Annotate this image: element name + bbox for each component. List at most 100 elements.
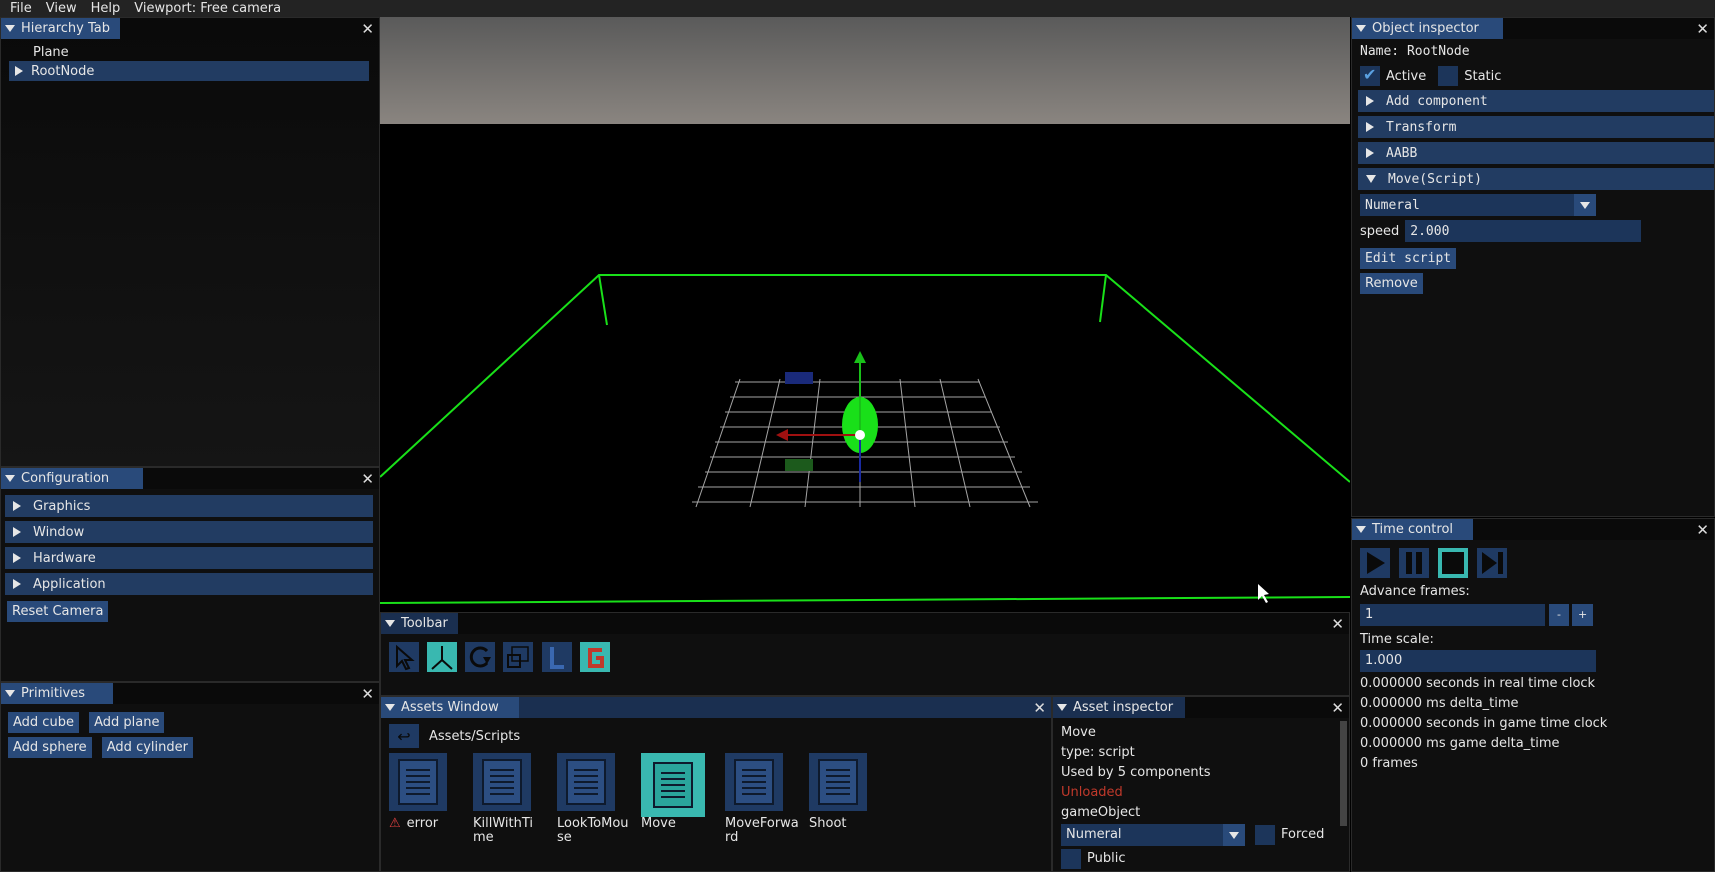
edit-script-button[interactable]: Edit script <box>1360 248 1457 269</box>
play-icon[interactable] <box>1360 548 1390 578</box>
chevron-down-icon[interactable] <box>1574 194 1596 216</box>
scrollbar[interactable] <box>1340 721 1347 826</box>
section-label: Add component <box>1386 93 1488 109</box>
mode-select[interactable]: Numeral <box>1360 194 1596 216</box>
asset-item-error[interactable]: ⚠ error <box>389 753 459 831</box>
local-mode-icon[interactable] <box>541 642 572 672</box>
decrement-button[interactable]: - <box>1549 604 1569 626</box>
config-section-hardware[interactable]: Hardware <box>5 547 373 569</box>
close-icon[interactable]: ✕ <box>361 470 374 488</box>
toolbar-titlebar: Toolbar ✕ <box>381 613 1349 634</box>
collapse-icon[interactable] <box>1057 704 1067 711</box>
advance-frames-input[interactable]: 1 <box>1360 604 1545 626</box>
close-icon[interactable]: ✕ <box>1696 521 1709 539</box>
expand-icon <box>13 579 21 589</box>
public-checkbox[interactable] <box>1061 849 1081 869</box>
expand-icon <box>1366 122 1374 132</box>
add-plane-button[interactable]: Add plane <box>89 712 165 733</box>
primitives-tab[interactable]: Primitives <box>1 683 114 704</box>
configuration-titlebar: Configuration ✕ <box>1 468 379 489</box>
time-scale-input[interactable]: 1.000 <box>1360 650 1596 672</box>
advance-frames-label: Advance frames: <box>1360 584 1470 599</box>
config-section-application[interactable]: Application <box>5 573 373 595</box>
object-inspector-tab[interactable]: Object inspector <box>1352 18 1503 39</box>
close-icon[interactable]: ✕ <box>1696 20 1709 38</box>
configuration-tab[interactable]: Configuration <box>1 468 144 489</box>
close-icon[interactable]: ✕ <box>1331 615 1344 633</box>
add-sphere-button[interactable]: Add sphere <box>8 737 92 758</box>
asset-field-label: gameObject <box>1061 805 1141 820</box>
asset-path: Assets/Scripts <box>429 728 521 744</box>
stat-frames: 0 frames <box>1360 756 1418 771</box>
asset-inspector-tab[interactable]: Asset inspector <box>1053 697 1186 718</box>
collapse-icon[interactable] <box>5 25 15 32</box>
scene-render <box>380 274 1350 604</box>
transform-header[interactable]: Transform <box>1358 116 1714 138</box>
time-control-title: Time control <box>1372 522 1454 537</box>
move-script-header[interactable]: Move(Script) <box>1358 168 1714 190</box>
active-checkbox[interactable]: ✔ <box>1360 65 1380 86</box>
pause-icon[interactable] <box>1399 548 1430 578</box>
reset-camera-button[interactable]: Reset Camera <box>7 601 109 622</box>
add-cylinder-button[interactable]: Add cylinder <box>101 737 193 758</box>
config-section-graphics[interactable]: Graphics <box>5 495 373 517</box>
asset-item-looktomouse[interactable]: LookToMou se <box>557 753 629 845</box>
close-icon[interactable]: ✕ <box>361 20 374 38</box>
asset-item-moveforward[interactable]: MoveForwa rd <box>725 753 799 845</box>
asset-name: Move <box>1061 725 1096 740</box>
collapse-icon[interactable] <box>385 704 395 711</box>
increment-button[interactable]: + <box>1571 604 1594 626</box>
toolbar-tab[interactable]: Toolbar <box>381 613 458 634</box>
hierarchy-item-plane[interactable]: Plane <box>1 39 379 61</box>
close-icon[interactable]: ✕ <box>1033 699 1046 717</box>
static-checkbox[interactable] <box>1438 66 1459 86</box>
add-component-header[interactable]: Add component <box>1358 90 1714 112</box>
asset-mode-select[interactable]: Numeral <box>1061 824 1245 846</box>
step-icon[interactable] <box>1477 548 1508 578</box>
speed-input[interactable]: 2.000 <box>1405 220 1642 242</box>
chevron-down-icon[interactable] <box>1223 824 1245 846</box>
remove-button[interactable]: Remove <box>1360 273 1423 294</box>
menu-file[interactable]: File <box>10 1 32 16</box>
forced-checkbox[interactable] <box>1255 825 1275 845</box>
scene-viewport[interactable] <box>380 17 1350 610</box>
collapse-icon[interactable] <box>5 690 15 697</box>
menu-viewport[interactable]: Viewport: Free camera <box>134 1 281 16</box>
collapse-icon[interactable] <box>385 620 395 627</box>
asset-label: Move <box>641 816 676 831</box>
global-mode-icon[interactable] <box>579 642 610 672</box>
select-tool-icon[interactable] <box>389 642 419 672</box>
primitives-title: Primitives <box>21 686 86 701</box>
aabb-header[interactable]: AABB <box>1358 142 1714 164</box>
assets-tab[interactable]: Assets Window <box>381 697 519 718</box>
translate-tool-icon[interactable] <box>427 642 458 672</box>
asset-item-killwithtime[interactable]: KillWithTi me <box>473 753 543 845</box>
stop-icon[interactable] <box>1438 548 1469 578</box>
time-scale-label: Time scale: <box>1360 632 1434 647</box>
toolbar-title: Toolbar <box>401 616 448 631</box>
asset-label: LookToMou se <box>557 816 629 845</box>
scale-tool-icon[interactable] <box>503 642 534 672</box>
time-control-tab[interactable]: Time control <box>1352 519 1474 540</box>
close-icon[interactable]: ✕ <box>361 685 374 703</box>
hierarchy-tab[interactable]: Hierarchy Tab <box>1 18 120 39</box>
asset-item-shoot[interactable]: Shoot <box>809 753 879 831</box>
menu-help[interactable]: Help <box>91 1 121 16</box>
asset-item-move[interactable]: Move <box>641 753 711 831</box>
time-control-panel: Time control ✕ Advance frames: 1 - + Tim… <box>1351 518 1715 872</box>
hierarchy-item-rootnode[interactable]: RootNode <box>9 61 369 81</box>
scale-value: 1.000 <box>1365 653 1403 668</box>
add-cube-button[interactable]: Add cube <box>8 712 79 733</box>
collapse-icon[interactable] <box>1356 526 1366 533</box>
back-arrow-icon[interactable]: ↩ <box>389 724 419 748</box>
rotate-tool-icon[interactable] <box>465 642 496 672</box>
object-inspector: Object inspector ✕ Name: RootNode ✔ Acti… <box>1351 17 1715 517</box>
menu-view[interactable]: View <box>46 1 77 16</box>
config-section-window[interactable]: Window <box>5 521 373 543</box>
collapse-icon[interactable] <box>1356 25 1366 32</box>
asset-label: MoveForwa rd <box>725 816 799 845</box>
collapse-icon[interactable] <box>5 475 15 482</box>
expand-icon[interactable] <box>15 66 23 76</box>
close-icon[interactable]: ✕ <box>1331 699 1344 717</box>
primitives-panel: Primitives ✕ Add cube Add plane Add sphe… <box>0 682 380 872</box>
